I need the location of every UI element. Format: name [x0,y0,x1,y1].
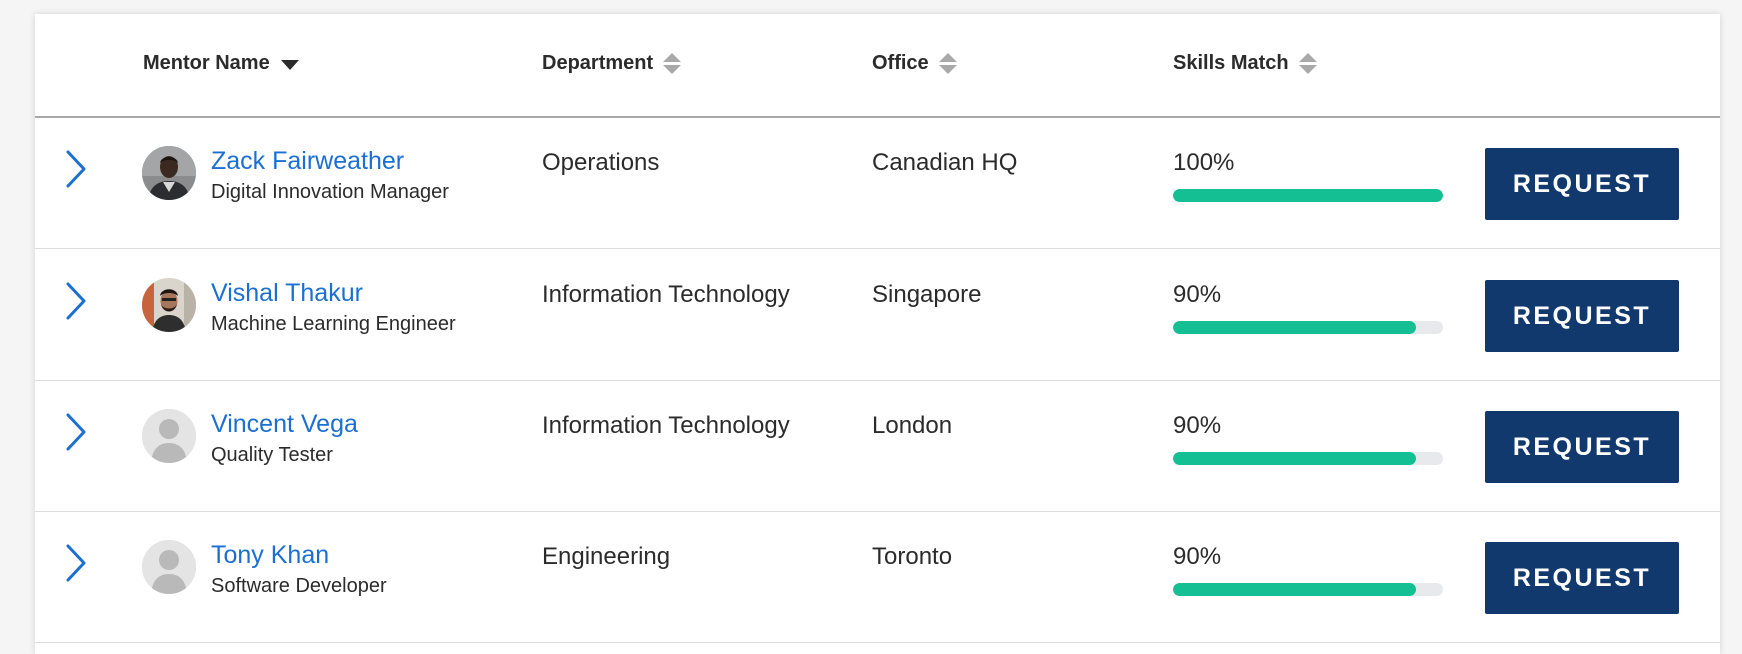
column-header-label: Skills Match [1173,52,1289,74]
mentor-department: Information Technology [542,281,790,308]
sort-descending-icon [280,59,299,70]
avatar [142,146,196,200]
mentor-name-link[interactable]: Vincent Vega [211,410,358,439]
chevron-right-icon[interactable] [63,281,89,321]
column-header-label: Office [872,52,929,74]
skills-match-progress-fill [1173,189,1443,202]
mentor-name-link[interactable]: Zack Fairweather [211,147,404,176]
mentor-department: Engineering [542,543,671,570]
mentor-office: Singapore [872,281,982,308]
request-button[interactable]: REQUEST [1485,280,1679,352]
mentor-department: Information Technology [542,412,790,439]
mentor-office: Canadian HQ [872,149,1018,176]
request-button[interactable]: REQUEST [1485,148,1679,220]
skills-match-percent: 90% [1173,281,1222,308]
mentor-name-link[interactable]: Tony Khan [211,541,329,570]
table-row: Vishal Thakur Machine Learning Engineer … [35,249,1720,381]
mentor-office: London [872,412,953,439]
sort-icon [1298,53,1317,74]
column-header-label: Department [542,52,654,74]
sort-icon [663,53,682,74]
column-header-mentor-name[interactable]: Mentor Name [143,52,299,75]
chevron-right-icon[interactable] [63,149,89,189]
avatar [142,278,196,332]
skills-match-progress-fill [1173,452,1416,465]
column-header-office[interactable]: Office [872,52,957,75]
mentor-table: Mentor Name Department Office Skills Mat… [35,14,1720,654]
mentor-job-title: Quality Tester [211,444,333,466]
mentor-job-title: Machine Learning Engineer [211,313,456,335]
skills-match-progress [1173,583,1443,596]
mentor-office: Toronto [872,543,953,570]
skills-match-percent: 100% [1173,149,1235,176]
skills-match-progress-fill [1173,321,1416,334]
request-button[interactable]: REQUEST [1485,411,1679,483]
mentor-name-link[interactable]: Vishal Thakur [211,279,363,308]
mentor-job-title: Software Developer [211,575,387,597]
mentor-department: Operations [542,149,660,176]
default-user-icon [142,540,196,594]
table-row: Tony Khan Software Developer Engineering… [35,511,1720,643]
skills-match-progress [1173,189,1443,202]
column-header-label: Mentor Name [143,52,270,74]
mentor-job-title: Digital Innovation Manager [211,181,449,203]
skills-match-progress [1173,321,1443,334]
request-button[interactable]: REQUEST [1485,542,1679,614]
table-header: Mentor Name Department Office Skills Mat… [35,14,1720,118]
default-user-icon [142,409,196,463]
skills-match-percent: 90% [1173,412,1222,439]
chevron-right-icon[interactable] [63,543,89,583]
skills-match-percent: 90% [1173,543,1222,570]
skills-match-progress-fill [1173,583,1416,596]
chevron-right-icon[interactable] [63,412,89,452]
table-row: Zack Fairweather Digital Innovation Mana… [35,117,1720,249]
table-row: Vincent Vega Quality Tester Information … [35,380,1720,512]
column-header-skills-match[interactable]: Skills Match [1173,52,1317,75]
sort-icon [938,53,957,74]
skills-match-progress [1173,452,1443,465]
column-header-department[interactable]: Department [542,52,682,75]
